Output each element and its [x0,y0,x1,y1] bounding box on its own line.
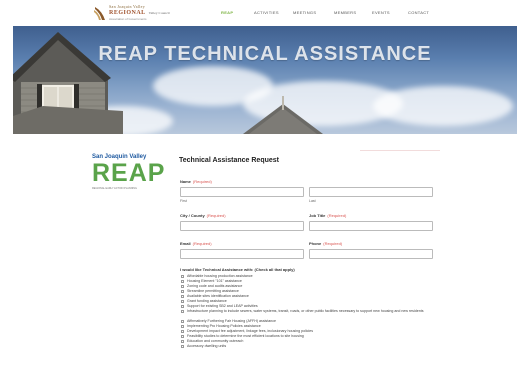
logo-valley-council: Valley Council [148,11,170,15]
assistance-options-list: Affordable housing production assistance… [181,274,441,349]
phone-field[interactable] [309,249,433,259]
first-name-input[interactable] [180,187,304,197]
last-sublabel: Last [309,199,316,203]
email-label-text: Email [180,241,191,246]
reap-wordmark: REAP [92,159,166,187]
nav-item-members[interactable]: MEMBERS [334,10,356,15]
name-label-text: Name [180,179,191,184]
top-navigation-bar: San Joaquin Valley REGIONAL Valley Counci… [0,0,517,26]
checkbox[interactable] [181,320,184,323]
technical-assistance-form: Technical Assistance Request [179,157,439,164]
checkbox[interactable] [181,285,184,288]
city-label-text: City / County [180,213,205,218]
checkbox[interactable] [181,300,184,303]
checkbox[interactable] [181,310,184,313]
swoosh-logo-icon [94,7,105,20]
option-label: Infrastructure planning to include sewer… [187,309,424,313]
logo-line-3: Association of Governments [109,17,147,21]
job-title-input[interactable] [309,221,433,231]
checkbox[interactable] [181,335,184,338]
required-marker: (Required) [323,241,343,246]
nav-item-contact[interactable]: CONTACT [408,10,429,15]
nav-item-meetings[interactable]: MEETINGS [293,10,316,15]
first-sublabel: First [180,199,187,203]
checkbox[interactable] [181,330,184,333]
checkbox[interactable] [181,345,184,348]
hero-banner: REAP TECHNICAL ASSISTANCE [13,26,517,134]
job-label-text: Job Title [309,213,326,218]
phone-label-text: Phone [309,241,322,246]
email-field[interactable] [180,249,304,259]
logo-regional: REGIONAL [109,10,146,16]
checkbox[interactable] [181,295,184,298]
hero-title: REAP TECHNICAL ASSISTANCE [98,43,432,65]
checkbox[interactable] [181,290,184,293]
logo-line-2: REGIONAL Valley Council [109,10,170,16]
city-county-label: City / County (Required) [180,213,226,218]
reap-tagline: REGIONAL EARLY ACTION PLANNING [92,187,137,190]
option-label: Accessory dwelling units [187,344,227,348]
required-marker: (Required) [206,213,226,218]
checkbox[interactable] [181,325,184,328]
job-title-label: Job Title (Required) [309,213,346,218]
required-marker: (Required) [327,213,347,218]
checkbox[interactable] [181,275,184,278]
checkbox[interactable] [181,280,184,283]
nav-item-reap[interactable]: REAP [221,10,233,15]
form-title: Technical Assistance Request [179,157,279,164]
name-label: Name (Required) [180,179,212,184]
logo-line-1: San Joaquin Valley [109,4,145,9]
divider [360,150,440,151]
option-item[interactable]: Infrastructure planning to include sewer… [181,309,431,319]
email-label: Email (Required) [180,241,212,246]
nav-item-activities[interactable]: ACTIVITIES [254,10,279,15]
checkbox[interactable] [181,340,184,343]
site-logo[interactable]: San Joaquin Valley REGIONAL Valley Counci… [93,4,170,22]
required-marker: (Required) [192,179,212,184]
checkbox[interactable] [181,305,184,308]
reap-brand-logo: San Joaquin Valley REAP REGIONAL EARLY A… [92,154,166,200]
phone-label: Phone (Required) [309,241,342,246]
nav-item-events[interactable]: EVENTS [372,10,390,15]
last-name-input[interactable] [309,187,433,197]
required-marker: (Required) [192,241,212,246]
city-county-input[interactable] [180,221,304,231]
assistance-question: I would like Technical Assistance with: … [180,267,295,272]
option-item[interactable]: Accessory dwelling units [181,344,441,349]
